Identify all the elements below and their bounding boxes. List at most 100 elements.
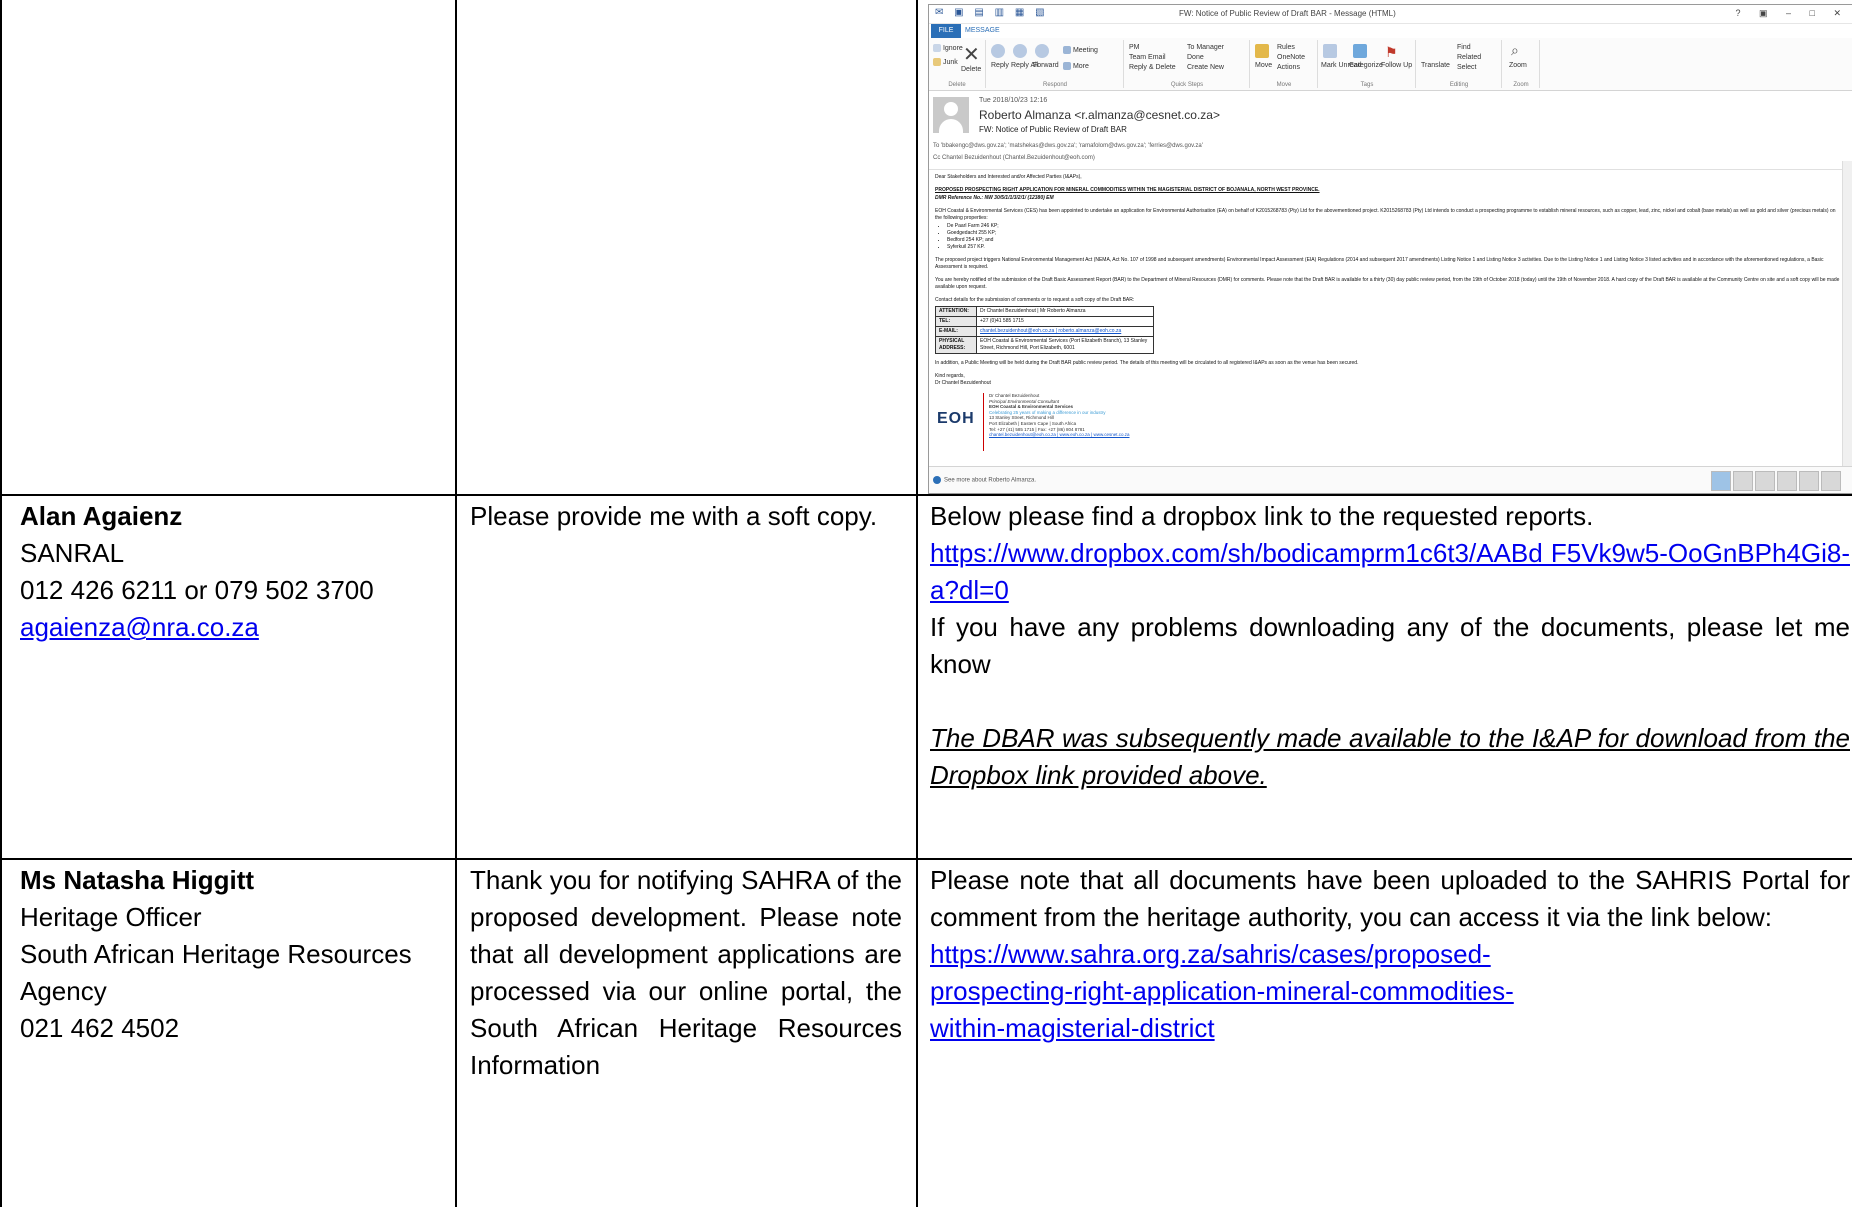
reply-all-icon xyxy=(1013,44,1027,58)
quickstep-done: Done xyxy=(1187,54,1204,61)
follow-up-button: Follow Up xyxy=(1381,62,1413,69)
person-thumbnail xyxy=(1821,471,1841,491)
list-item: Syferkuil 257 KP. xyxy=(947,244,1843,251)
list-item: Bedford 254 KP; and xyxy=(947,237,1843,244)
ribbon-group-respond: Reply Reply All Forward Meeting More Res… xyxy=(987,40,1124,88)
row2-contact-cell: Ms Natasha Higgitt Heritage Officer Sout… xyxy=(20,862,444,1047)
forward-button: Forward xyxy=(1033,62,1059,69)
row-divider-1 xyxy=(0,494,1852,496)
person-thumbnail xyxy=(1755,471,1775,491)
ignore-icon xyxy=(933,44,941,52)
contact-title: Heritage Officer xyxy=(20,902,202,932)
ribbon-group-editing: Translate Find Related Select Editing xyxy=(1417,40,1502,88)
row1-contact-cell: Alan Agaienz SANRAL 012 426 6211 or 079 … xyxy=(20,498,440,646)
contact-value: chantel.bezuidenhout@eoh.co.za | roberto… xyxy=(976,326,1154,337)
quickstep-reply-delete: Reply & Delete xyxy=(1129,64,1176,71)
ribbon: Ignore Junk ✕ Delete Delete Reply Reply … xyxy=(929,38,1852,91)
window-title: FW: Notice of Public Review of Draft BAR… xyxy=(1179,9,1396,18)
quickstep-pm: PM xyxy=(1129,44,1140,51)
related-button: Related xyxy=(1457,54,1482,61)
table-divider-2 xyxy=(916,0,918,1207)
message-header: Tue 2018/10/23 12:16 Roberto Almanza <r.… xyxy=(929,91,1852,170)
contact-email-link[interactable]: agaienza@nra.co.za xyxy=(20,612,259,642)
contact-name: Alan Agaienz xyxy=(20,501,183,531)
table-row: ATTENTION: Dr Chantel Bezuidenhout | Mr R… xyxy=(935,306,1154,317)
contact-name: Ms Natasha Higgitt xyxy=(20,865,255,895)
row1-comment-cell: Please provide me with a soft copy. xyxy=(470,498,902,535)
reply-button: Reply xyxy=(991,62,1009,69)
more-label: More xyxy=(1072,62,1089,70)
onenote-button: OneNote xyxy=(1277,54,1306,61)
ignore-label: Ignore xyxy=(942,44,963,52)
ribbon-group-label: Delete xyxy=(948,82,966,88)
body-paragraph: In addition, a Public Meeting will be he… xyxy=(935,360,1359,366)
follow-up-icon: ⚑ xyxy=(1385,44,1398,60)
contact-organisation: South African Heritage Resources Agency xyxy=(20,939,412,1006)
outlook-screenshot: ✉ ▣ ▤ ▥ ▦ ▧ FW: Notice of Public Review … xyxy=(928,4,1852,494)
greeting: Dear Stakeholders and Interested and/or … xyxy=(935,174,1082,180)
mark-unread-icon xyxy=(1323,44,1337,58)
move-button: Move xyxy=(1255,62,1273,69)
quickstep-team-email: Team Email xyxy=(1129,54,1166,61)
person-thumbnail xyxy=(1777,471,1797,491)
message-scrollbar xyxy=(1842,161,1852,467)
response-text: Please note that all documents have been… xyxy=(930,865,1850,932)
ribbon-group-label: Zoom xyxy=(1513,82,1529,88)
table-row: E-MAIL: chantel.bezuidenhout@eoh.co.za | … xyxy=(935,326,1154,337)
contact-key: PHYSICAL ADDRESS: xyxy=(935,336,977,354)
signature-divider xyxy=(983,393,984,451)
contact-table: ATTENTION: Dr Chantel Bezuidenhout | Mr R… xyxy=(935,306,1154,354)
ribbon-group-zoom: ⌕ Zoom Zoom xyxy=(1503,40,1540,88)
contact-key: E-MAIL: xyxy=(935,326,977,337)
people-pane: See more about Roberto Almanza. xyxy=(929,466,1852,493)
ribbon-group-quick-steps: PM Team Email Reply & Delete To Manager … xyxy=(1125,40,1250,88)
junk-icon xyxy=(933,58,941,66)
contact-value: +27 (0)41 585 1715 xyxy=(976,316,1154,327)
contact-key: ATTENTION: xyxy=(935,306,977,317)
people-thumbnails xyxy=(1709,471,1841,493)
junk-button: Junk xyxy=(933,58,958,66)
people-pane-text: See more about Roberto Almanza. xyxy=(944,477,1037,484)
contact-value: Dr Chantel Bezuidenhout | Mr Roberto Alm… xyxy=(976,306,1154,317)
categorize-button: Categorize xyxy=(1349,62,1383,69)
eoh-logo: EOH xyxy=(937,410,975,427)
junk-label: Junk xyxy=(942,58,958,66)
signature-line: chantel.bezuidenhout@eoh.co.za | www.eoh… xyxy=(989,432,1130,438)
info-icon xyxy=(933,476,941,484)
person-thumbnail xyxy=(1799,471,1819,491)
sahris-link[interactable]: https://www.sahra.org.za/sahris/cases/pr… xyxy=(930,939,1514,1043)
ignore-button: Ignore xyxy=(933,44,963,52)
table-row: PHYSICAL ADDRESS: EOH Coastal & Environme… xyxy=(935,336,1154,354)
select-button: Select xyxy=(1457,64,1477,71)
comment-text: Thank you for notifying SAHRA of the pro… xyxy=(470,865,902,1080)
delete-button: Delete xyxy=(961,66,982,73)
zoom-button: Zoom xyxy=(1509,62,1527,69)
ribbon-group-delete: Ignore Junk ✕ Delete Delete xyxy=(929,40,986,88)
response-note: The DBAR was subsequently made available… xyxy=(930,723,1850,790)
ribbon-group-label: Respond xyxy=(1042,82,1068,88)
quickstep-to-manager: To Manager xyxy=(1187,44,1224,51)
row1-response-cell: Below please find a dropbox link to the … xyxy=(930,498,1850,794)
closing: Kind regards, xyxy=(935,373,965,379)
tab-file: FILE xyxy=(931,24,961,38)
categorize-icon xyxy=(1353,44,1367,58)
contact-value: EOH Coastal & Environmental Services (Po… xyxy=(976,336,1154,354)
body-paragraph: The proposed project triggers National E… xyxy=(935,257,1824,270)
response-text: Below please find a dropbox link to the … xyxy=(930,501,1594,531)
response-text: If you have any problems downloading any… xyxy=(930,612,1850,679)
body-paragraph: You are hereby notified of the submissio… xyxy=(935,277,1840,290)
zoom-icon: ⌕ xyxy=(1511,42,1519,58)
window-controls: ? ▣ – □ ✕ xyxy=(1735,8,1849,18)
reply-icon xyxy=(991,44,1005,58)
meeting-label: Meeting xyxy=(1072,46,1098,54)
table-border-left xyxy=(0,0,2,1207)
dropbox-link[interactable]: https://www.dropbox.com/sh/bodicamprm1c6… xyxy=(930,538,1850,605)
meeting-button: Meeting xyxy=(1063,46,1098,54)
ribbon-group-move: Move Rules OneNote Actions Move xyxy=(1251,40,1318,88)
quickstep-create-new: Create New xyxy=(1187,64,1224,71)
project-heading: PROPOSED PROSPECTING RIGHT APPLICATION F… xyxy=(935,187,1320,193)
move-icon xyxy=(1255,44,1269,58)
row2-comment-cell: Thank you for notifying SAHRA of the pro… xyxy=(470,862,902,1084)
table-row: TEL: +27 (0)41 585 1715 xyxy=(935,316,1154,327)
more-button: More xyxy=(1063,62,1089,70)
